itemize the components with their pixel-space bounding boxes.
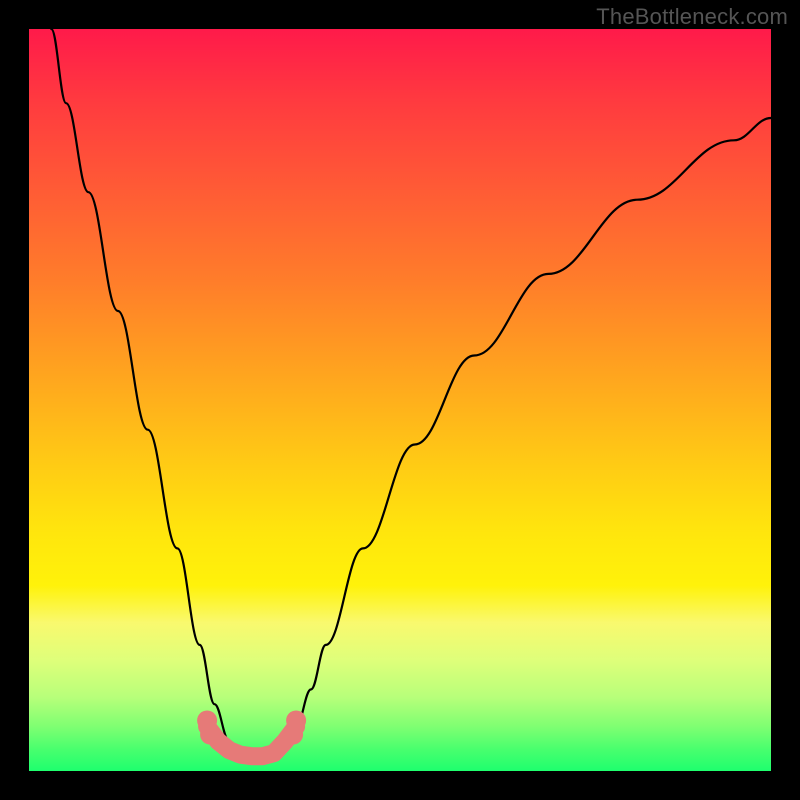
chart-frame: TheBottleneck.com [0,0,800,800]
chart-svg [29,29,771,771]
marker-band [197,711,306,757]
bottleneck-curve [51,29,771,758]
watermark-text: TheBottleneck.com [596,4,788,30]
plot-area [29,29,771,771]
marker-dot [200,725,220,745]
marker-band-path [207,727,296,757]
marker-dot [283,725,303,745]
